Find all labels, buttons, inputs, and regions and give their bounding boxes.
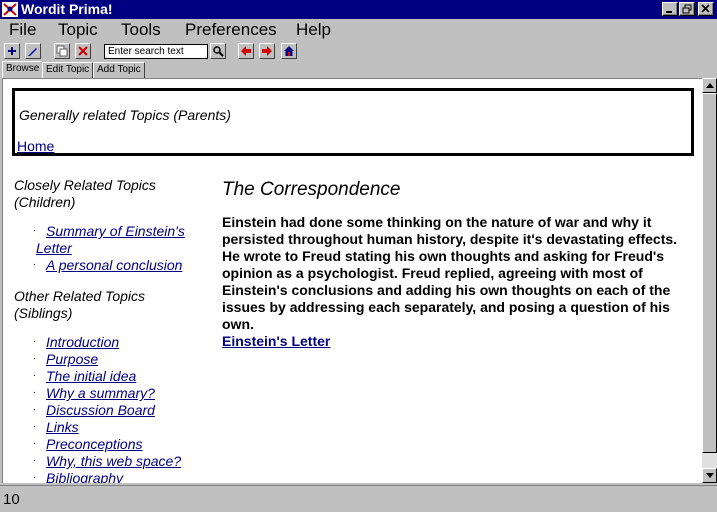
back-arrow-icon xyxy=(241,46,251,56)
list-item: . Why, this web space? xyxy=(33,453,182,469)
delete-button[interactable] xyxy=(75,43,91,59)
siblings-list: . Introduction . Purpose . The initial idea… xyxy=(33,334,182,483)
edit-topic-button[interactable] xyxy=(25,43,41,59)
scroll-down-button[interactable] xyxy=(702,468,717,483)
forward-arrow-icon xyxy=(262,46,272,56)
list-item: . Bibliography xyxy=(33,470,181,483)
sibling-link-initial-idea[interactable]: The initial idea xyxy=(46,368,136,384)
close-icon xyxy=(701,4,710,13)
topic-body: Einstein had done some thinking on the n… xyxy=(222,214,678,332)
list-item: . Discussion Board xyxy=(33,402,155,418)
menu-file[interactable]: File xyxy=(9,20,36,40)
home-icon xyxy=(284,46,294,56)
scroll-up-button[interactable] xyxy=(702,78,717,93)
arrow-down-icon xyxy=(706,473,714,478)
child-link-personal-conclusion[interactable]: A personal conclusion xyxy=(46,257,182,273)
tab-add-topic[interactable]: Add Topic xyxy=(93,62,145,78)
siblings-heading: Other Related Topics (Siblings) xyxy=(14,288,145,321)
sibling-link-links[interactable]: Links xyxy=(46,419,79,435)
sibling-link-discussion-board[interactable]: Discussion Board xyxy=(46,402,155,418)
list-item: .A personal conclusion xyxy=(33,257,183,273)
list-item: . Why a summary? xyxy=(33,385,155,401)
list-item: . Summary of Einstein's Letter xyxy=(33,223,185,256)
topic-link-einsteins-letter[interactable]: Einstein's Letter xyxy=(222,333,330,349)
search-icon xyxy=(213,46,224,57)
menu-bar: File Topic Tools Preferences Help xyxy=(0,19,717,41)
title-bar: Wordit Prima! xyxy=(0,0,717,19)
status-bar: 10 xyxy=(0,485,717,512)
list-item: . Introduction xyxy=(33,334,120,350)
child-link-summary[interactable]: Summary of Einstein's Letter xyxy=(36,223,185,256)
menu-help[interactable]: Help xyxy=(296,20,331,40)
toolbar xyxy=(0,41,717,61)
minimize-button[interactable] xyxy=(662,2,678,16)
close-button[interactable] xyxy=(698,2,714,16)
sibling-link-why-summary[interactable]: Why a summary? xyxy=(46,385,155,401)
list-item: . Purpose xyxy=(33,351,99,367)
list-item: . Preconceptions xyxy=(33,436,143,452)
search-input[interactable] xyxy=(104,44,208,59)
sibling-link-bibliography[interactable]: Bibliography xyxy=(46,470,123,483)
vertical-scrollbar[interactable] xyxy=(702,78,717,483)
view-tabs: Browse Edit Topic Add Topic xyxy=(0,61,717,78)
sibling-link-introduction[interactable]: Introduction xyxy=(46,334,119,350)
restore-button[interactable] xyxy=(679,2,695,16)
sibling-link-preconceptions[interactable]: Preconceptions xyxy=(46,436,143,452)
copy-button[interactable] xyxy=(54,43,70,59)
sibling-link-purpose[interactable]: Purpose xyxy=(46,351,98,367)
edit-pencil-icon xyxy=(28,48,37,56)
menu-preferences[interactable]: Preferences xyxy=(185,20,277,40)
scroll-thumb[interactable] xyxy=(702,93,717,453)
topic-title: The Correspondence xyxy=(222,179,401,200)
children-heading: Closely Related Topics (Children) xyxy=(14,177,156,210)
list-item: . The initial idea xyxy=(33,368,137,384)
status-text: 10 xyxy=(3,491,20,508)
topic-viewport: Generally related Topics (Parents) Home … xyxy=(2,78,702,483)
app-logo-icon xyxy=(2,2,18,17)
parent-link-home[interactable]: Home xyxy=(17,138,54,154)
parents-heading: Generally related Topics (Parents) xyxy=(19,107,231,123)
minimize-icon xyxy=(666,11,672,13)
window-title: Wordit Prima! xyxy=(21,1,113,17)
search-button[interactable] xyxy=(210,43,226,59)
arrow-up-icon xyxy=(706,83,714,88)
home-button[interactable] xyxy=(281,43,297,59)
add-icon xyxy=(8,47,16,55)
menu-tools[interactable]: Tools xyxy=(121,20,161,40)
back-button[interactable] xyxy=(238,43,254,59)
delete-icon xyxy=(78,46,88,56)
menu-topic[interactable]: Topic xyxy=(58,20,98,40)
sibling-link-web-space[interactable]: Why, this web space? xyxy=(46,453,181,469)
forward-button[interactable] xyxy=(259,43,275,59)
list-item: . Links xyxy=(33,419,79,435)
restore-icon xyxy=(682,4,692,14)
tab-browse[interactable]: Browse xyxy=(2,61,44,78)
copy-icon xyxy=(56,45,68,57)
add-topic-button[interactable] xyxy=(4,43,20,59)
tab-edit-topic[interactable]: Edit Topic xyxy=(42,62,94,78)
children-list: . Summary of Einstein's Letter .A persona… xyxy=(33,223,196,274)
parents-panel: Generally related Topics (Parents) Home xyxy=(12,88,694,156)
